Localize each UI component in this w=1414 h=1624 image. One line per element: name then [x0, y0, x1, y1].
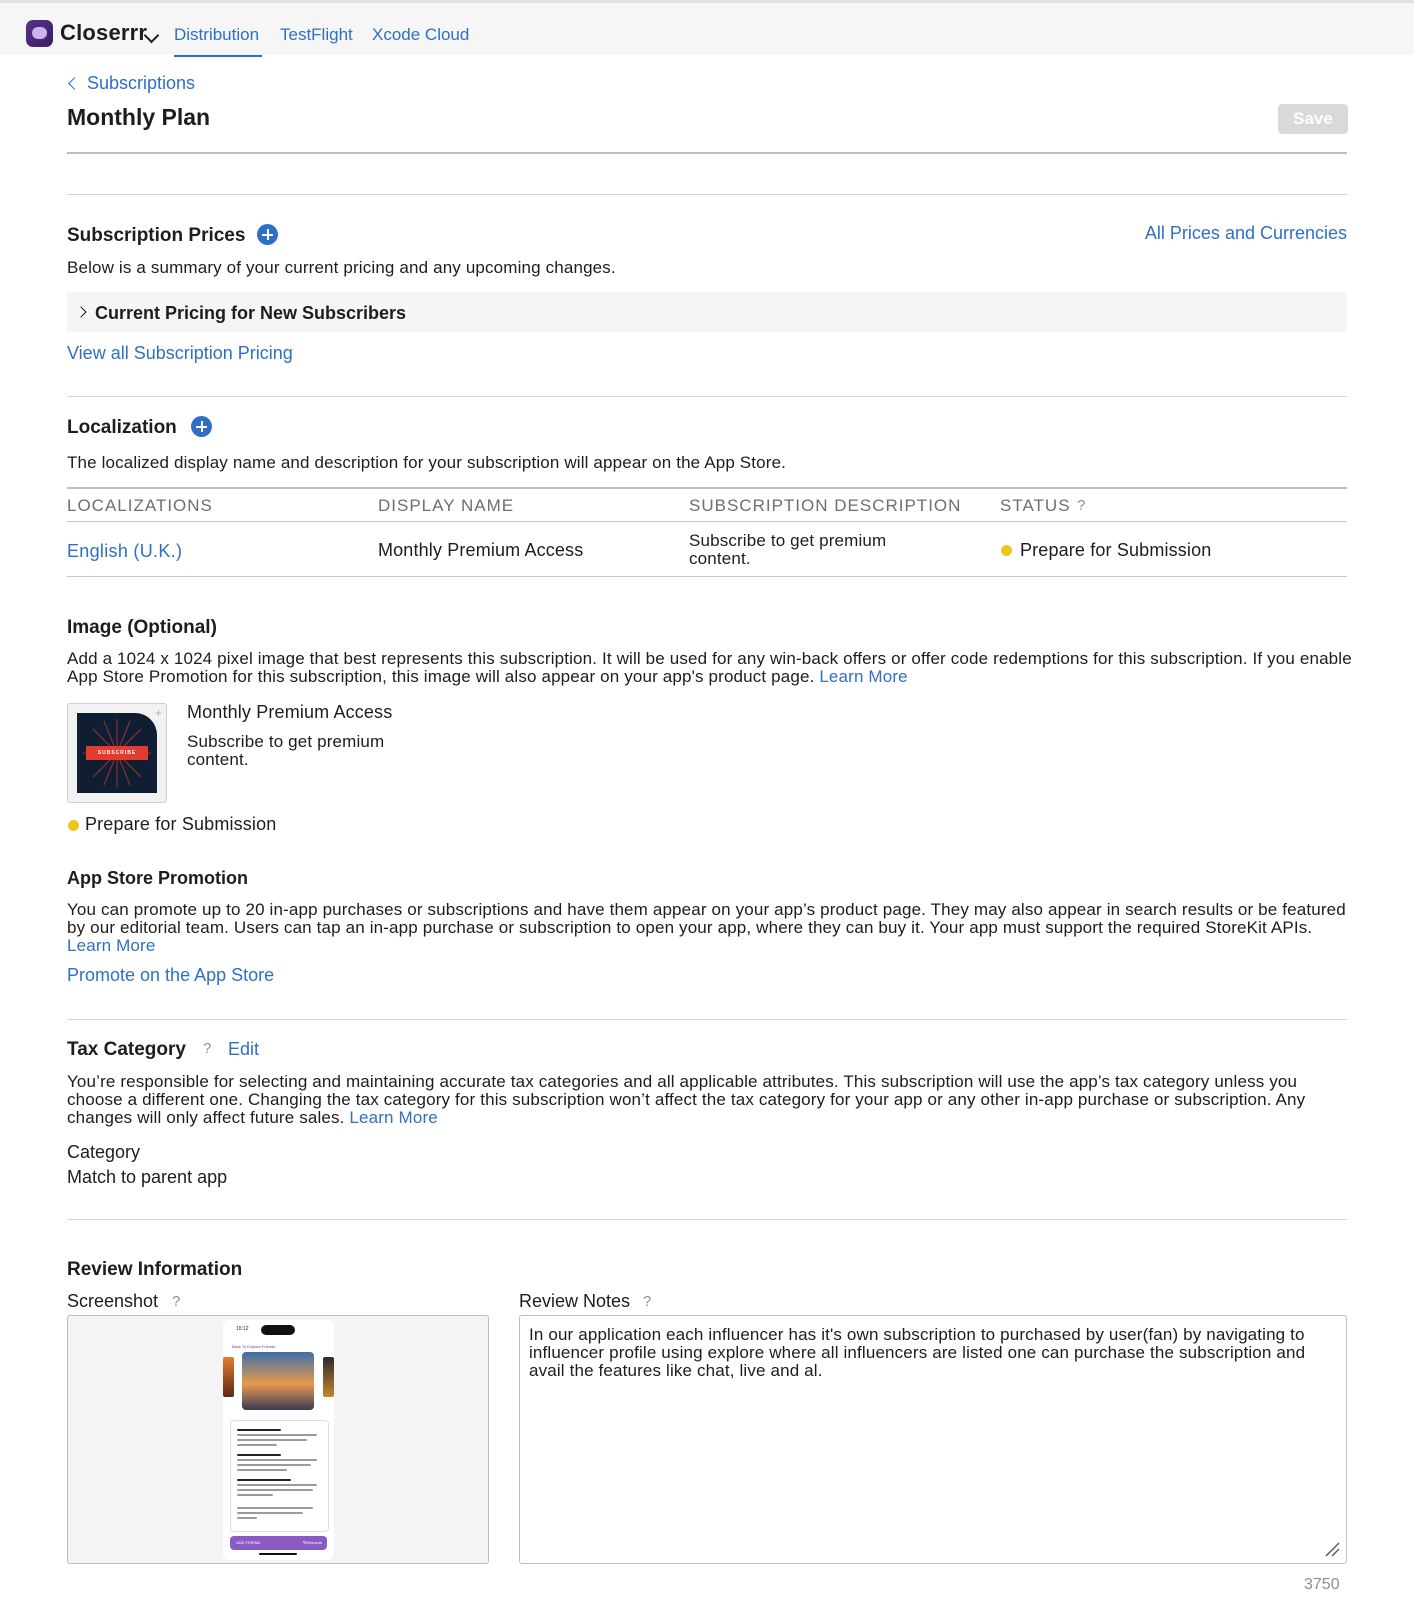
resize-handle-icon[interactable]	[1324, 1541, 1340, 1557]
image-item-description: Subscribe to get premium content.	[187, 732, 385, 769]
column-header-status: STATUS	[1000, 496, 1071, 515]
phone-text-line	[237, 1484, 317, 1486]
phone-back-label: Back To Explore Friends	[232, 1344, 276, 1349]
column-header-localizations: LOCALIZATIONS	[67, 496, 213, 515]
review-screenshot-image: 10:12 Back To Explore Friends ADD FRIEND…	[223, 1320, 334, 1560]
current-pricing-label: Current Pricing for New Subscribers	[95, 303, 407, 323]
phone-button-price: ₹99/month	[302, 1540, 322, 1545]
review-notes-char-count: 3750	[1304, 1576, 1340, 1593]
section-divider	[67, 1019, 1347, 1020]
review-screenshot-dropzone[interactable]: 10:12 Back To Explore Friends ADD FRIEND…	[67, 1315, 489, 1564]
phone-text-line	[237, 1459, 317, 1461]
tax-description: You’re responsible for selecting and mai…	[67, 1072, 1306, 1127]
tab-distribution[interactable]: Distribution	[174, 25, 259, 45]
tax-category-label: Category	[67, 1142, 141, 1162]
column-header-subscription-description: SUBSCRIPTION DESCRIPTION	[689, 496, 962, 515]
breadcrumb-subscriptions[interactable]: Subscriptions	[87, 73, 195, 94]
status-cell: Prepare for Submission	[1020, 540, 1212, 560]
subscription-image-thumbnail[interactable]: SUBSCRIBE +	[67, 703, 167, 803]
chevron-left-icon[interactable]	[68, 77, 81, 90]
page-title: Monthly Plan	[67, 104, 211, 130]
prices-description: Below is a summary of your current prici…	[67, 258, 616, 277]
view-all-pricing-link[interactable]: View all Subscription Pricing	[67, 343, 293, 364]
phone-text-line	[237, 1454, 281, 1456]
subscription-description-cell: Subscribe to get premium content.	[689, 531, 887, 568]
subscription-image: SUBSCRIBE	[77, 713, 157, 793]
phone-text-line	[237, 1479, 291, 1481]
image-description: Add a 1024 x 1024 pixel image that best …	[67, 649, 1352, 686]
phone-home-indicator	[259, 1553, 297, 1555]
phone-text-line	[237, 1429, 281, 1431]
phone-text-line	[237, 1439, 307, 1441]
localization-english-uk-link[interactable]: English (U.K.)	[67, 541, 182, 562]
table-header-border	[67, 521, 1347, 522]
prices-section-title: Subscription Prices	[67, 225, 246, 246]
promotion-learn-more-link[interactable]: Learn More	[67, 936, 155, 955]
phone-side-image-left	[223, 1357, 234, 1397]
image-section-title: Image (Optional)	[67, 617, 217, 638]
phone-side-image-right	[323, 1357, 334, 1397]
promote-on-app-store-link[interactable]: Promote on the App Store	[67, 965, 274, 986]
header-divider	[67, 152, 1347, 154]
localization-section-title: Localization	[67, 417, 177, 438]
phone-feature-card	[230, 1420, 329, 1532]
tax-learn-more-link[interactable]: Learn More	[349, 1108, 437, 1127]
app-icon[interactable]	[26, 20, 53, 47]
phone-notch	[261, 1325, 295, 1335]
tab-xcode-cloud[interactable]: Xcode Cloud	[372, 25, 469, 45]
active-tab-indicator	[174, 55, 262, 57]
section-divider	[67, 396, 1347, 397]
save-button[interactable]: Save	[1278, 104, 1348, 134]
screenshot-label: Screenshot	[67, 1291, 159, 1311]
table-top-border	[67, 487, 1347, 489]
status-dot-icon	[1001, 545, 1012, 556]
add-price-icon[interactable]	[257, 224, 278, 245]
tab-testflight[interactable]: TestFlight	[280, 25, 353, 45]
tax-section-title: Tax Category	[67, 1039, 186, 1060]
status-help-icon[interactable]: ?	[1077, 497, 1085, 514]
tax-edit-link[interactable]: Edit	[228, 1039, 259, 1060]
review-notes-label: Review Notes	[519, 1291, 631, 1311]
phone-hero-image	[242, 1352, 314, 1410]
review-section-title: Review Information	[67, 1259, 243, 1280]
review-notes-help-icon[interactable]: ?	[643, 1293, 651, 1310]
top-navigation-bar: Closerrr Distribution TestFlight Xcode C…	[0, 3, 1414, 57]
review-notes-text[interactable]: In our application each influencer has i…	[529, 1326, 1329, 1380]
phone-button-label: ADD FRIEND	[236, 1540, 261, 1545]
section-divider	[67, 194, 1347, 195]
section-divider	[67, 1219, 1347, 1220]
phone-text-line	[237, 1434, 317, 1436]
phone-text-line	[237, 1507, 313, 1509]
phone-text-line	[237, 1512, 303, 1514]
phone-time: 10:12	[236, 1326, 249, 1332]
phone-text-line	[237, 1464, 311, 1466]
image-item-title: Monthly Premium Access	[187, 702, 393, 722]
promotion-section-title: App Store Promotion	[67, 868, 248, 888]
status-dot-icon	[68, 820, 79, 831]
screenshot-help-icon[interactable]: ?	[172, 1293, 180, 1310]
tax-help-icon[interactable]: ?	[203, 1040, 211, 1057]
add-image-icon[interactable]: +	[155, 706, 162, 720]
add-localization-icon[interactable]	[191, 416, 212, 437]
phone-text-line	[237, 1494, 273, 1496]
localization-description: The localized display name and descripti…	[67, 453, 787, 472]
display-name-cell: Monthly Premium Access	[378, 540, 584, 560]
promotion-description: You can promote up to 20 in-app purchase…	[67, 900, 1346, 955]
chevron-right-icon	[75, 306, 87, 318]
tax-category-value: Match to parent app	[67, 1167, 228, 1187]
image-learn-more-link[interactable]: Learn More	[819, 667, 907, 686]
subscribe-banner: SUBSCRIBE	[86, 746, 148, 760]
review-notes-textarea[interactable]: In our application each influencer has i…	[519, 1315, 1347, 1564]
phone-text-line	[237, 1469, 287, 1471]
image-status: Prepare for Submission	[85, 814, 277, 834]
phone-text-line	[237, 1517, 257, 1519]
table-bottom-border	[67, 576, 1347, 577]
phone-text-line	[237, 1444, 277, 1446]
all-prices-link[interactable]: All Prices and Currencies	[1145, 223, 1347, 244]
column-header-display-name: DISPLAY NAME	[378, 496, 515, 515]
phone-text-line	[237, 1489, 313, 1491]
current-pricing-disclosure[interactable]: Current Pricing for New Subscribers	[67, 292, 1347, 332]
phone-add-friend-button: ADD FRIEND ₹99/month	[230, 1536, 327, 1550]
app-name[interactable]: Closerrr	[60, 20, 147, 46]
